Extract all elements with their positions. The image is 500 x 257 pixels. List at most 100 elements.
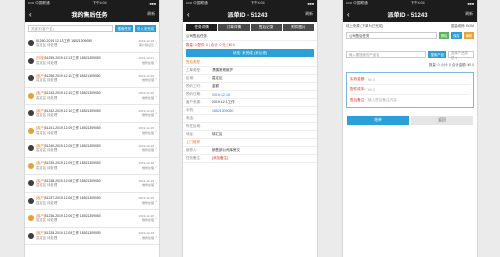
row-label: 工单类型:	[186, 68, 201, 72]
back-arrow-icon[interactable]: ‹	[29, 10, 32, 19]
total-text: 数量: 0 小计: 0 合计金额: ¥0.0	[428, 62, 474, 67]
product-type-select[interactable]: 选择产品类型 ▾	[448, 51, 474, 60]
list-item[interactable]: [客户]51241-2019.12.09工作 18521309050 嘉定区 待处…	[25, 123, 159, 140]
chevron-right-icon: ›	[155, 146, 157, 152]
list-item[interactable]: [客户]51243-2019.12.10工作 18521309050 嘉定区 待处…	[25, 88, 159, 105]
list-item[interactable]: [作废]51259-2019.12.13工作 18521309050 嘉定区 待处…	[25, 53, 159, 70]
row-value[interactable]: [添加备注]	[212, 156, 228, 161]
tab-attachments[interactable]: 附件图片	[282, 24, 314, 31]
tab-order-detail[interactable]: 订单详情	[218, 24, 250, 31]
item-status: 维修处理	[141, 218, 154, 223]
item-subtitle: 嘉定区 待处理	[36, 60, 58, 65]
row-label: 售后类型	[186, 60, 200, 64]
list-item[interactable]: [客户]51235-2019.12.05工作 18521309050 嘉定区 待处…	[25, 228, 159, 245]
tab-bar: 任务详情 订单详情 售后记录 附件图片	[183, 22, 317, 33]
row-value: 徐汇区	[212, 132, 223, 136]
save-chip[interactable]: 保存	[451, 32, 462, 39]
detail-row: 区域: 嘉定区	[183, 75, 317, 83]
phone-screen-close-order: ••••• 中国联通 下午4:04 ■■■ ‹ 派单ID - 51243 刷新 …	[342, 0, 478, 257]
field-label: 实收金额:	[350, 77, 366, 81]
row-value: 销售部公司库房文	[212, 148, 240, 152]
import-unfinished-button[interactable]: 引入未完成	[135, 25, 156, 32]
refresh-button[interactable]: 刷新	[147, 12, 155, 17]
list-item[interactable]: [客户]51242-2019.12.10工作 18521309050 嘉定区 待处…	[25, 105, 159, 123]
item-title: 51241-2019.12.09工作 18521309050	[44, 126, 101, 131]
product-search-input[interactable]: 输入要搜索的产品名	[346, 51, 427, 58]
search-row: 关键字(客户名) 搜索任务 引入未完成	[25, 22, 159, 35]
parts-cost-field[interactable]: 配件成本: ¥0.0	[350, 85, 470, 95]
battery-icon: ■■■	[467, 1, 474, 6]
tab-task-detail[interactable]: 任务详情	[186, 24, 218, 31]
avatar	[28, 75, 34, 82]
list-item[interactable]: [客户]51258-2019.12.11工作 18521309050 嘉定区 待处…	[25, 70, 159, 88]
chevron-right-icon: ›	[155, 233, 157, 240]
item-status: 维修处理	[141, 60, 154, 65]
avatar	[28, 127, 34, 134]
tab-service-records[interactable]: 售后记录	[250, 24, 282, 31]
item-tag: [客户]	[36, 231, 45, 236]
back-arrow-icon[interactable]: ‹	[187, 10, 190, 19]
avatar	[28, 145, 34, 152]
detail-row: 任务备注: [添加备注]	[183, 155, 317, 163]
list-item[interactable]: [客户]51240-2019.12.09工作 18521309050 嘉定区 待处…	[25, 140, 159, 158]
battery-icon: ■■■	[307, 1, 314, 6]
refresh-button[interactable]: 刷新	[305, 12, 313, 17]
field-label: 售后备注:	[350, 97, 366, 102]
edit-chip[interactable]: 编辑	[463, 32, 474, 39]
row-label: 所在区域:	[186, 124, 201, 128]
avatar	[28, 110, 34, 117]
row-label: 预约日期:	[186, 92, 201, 96]
row-label: 客户来源:	[186, 100, 201, 104]
received-amount-field[interactable]: 实收金额: ¥0.0	[350, 75, 470, 85]
back-button[interactable]: 返回	[411, 116, 473, 125]
item-subtitle: 嘉定区 待处理	[36, 183, 58, 188]
carrier: ••••• 中国联通	[186, 1, 208, 5]
status-bar: ••••• 中国联通 下午4:04 ■■■	[343, 0, 477, 7]
row-value: 漂姨常规维护	[212, 68, 233, 72]
chevron-right-icon: ›	[155, 58, 157, 65]
detail-rows: 售后类型 工单类型: 漂姨常规维护 区域: 嘉定区 预约工时: 金额 预约日期: 2019-12…	[183, 59, 317, 163]
page-title: 派单ID - 51243	[387, 13, 428, 19]
list-item[interactable]: [客户]51236-2019.12.06工作 18521309050 嘉定区 待处…	[25, 210, 159, 228]
item-status: 维修处理	[141, 165, 154, 170]
company-field[interactable]: 公司售后任务	[346, 32, 437, 39]
item-subtitle: 嘉定区 待处理	[36, 113, 58, 118]
list-item[interactable]: [客户]51238-2019.12.08工作 18521309050 嘉定区 待处…	[25, 175, 159, 193]
search-task-button[interactable]: 搜索任务	[115, 25, 134, 32]
detail-row: 上门维修	[183, 139, 317, 147]
row-label: 电话:	[186, 116, 194, 120]
back-arrow-icon[interactable]: ‹	[347, 10, 350, 19]
item-title: 51259-2019.12.13工作 18521309050	[44, 56, 101, 61]
list-item[interactable]: [客户]51239-2019.12.09工作 18521309050 嘉定区 待处…	[25, 158, 159, 175]
item-subtitle: 嘉定区 待处理	[36, 130, 58, 135]
row-label: 任务备注:	[186, 156, 201, 160]
row-label: 手机:	[186, 108, 194, 112]
summary-text: 数量: 0 配件: 0 | 合计: 0 元 | ¥0.0	[186, 42, 236, 47]
row-value[interactable]: 18521309050	[212, 109, 233, 113]
item-status: 维修处理	[141, 148, 154, 153]
service-note-field[interactable]: 售后备注: 输入售后备注内容	[350, 95, 470, 105]
chevron-right-icon: ›	[155, 111, 157, 117]
row-label: 维修人:	[186, 148, 198, 152]
search-product-button[interactable]: 搜索产品	[428, 51, 446, 58]
avatar	[28, 162, 34, 169]
search-input[interactable]: 关键字(客户名)	[28, 25, 114, 32]
item-subtitle: 嘉定区 待处理	[36, 148, 58, 153]
row-value[interactable]: 2019-12-16	[212, 93, 230, 97]
list-item[interactable]: 51260-2019.12.13工作 18521309050 嘉定区 待处理 201…	[25, 35, 159, 53]
delete-chip[interactable]: 删除	[438, 32, 450, 39]
row-value: 嘉定区	[212, 76, 223, 80]
nav-bar: ‹ 我的售后任务 刷新	[25, 7, 159, 22]
refresh-button[interactable]: 刷新	[465, 12, 473, 17]
avatar	[28, 215, 34, 222]
detail-row: 售后类型	[183, 59, 317, 67]
total-line: 数量: 0 小计: 0 合计金额: ¥0.0	[343, 61, 477, 67]
list-item[interactable]: [客户]51237-2019.12.06工作 18521309050 嘉定区 待处…	[25, 193, 159, 210]
item-title: 51235-2019.12.05工作 18521309050	[44, 231, 101, 236]
item-subtitle: 嘉定区 待处理	[36, 200, 58, 205]
company-row: 公司售后任务	[183, 33, 317, 41]
avatar	[28, 40, 34, 47]
item-title: 51243-2019.12.10工作 18521309050	[44, 91, 101, 96]
submit-button[interactable]: 结单	[347, 116, 409, 125]
item-status: 维修处理	[141, 113, 154, 118]
